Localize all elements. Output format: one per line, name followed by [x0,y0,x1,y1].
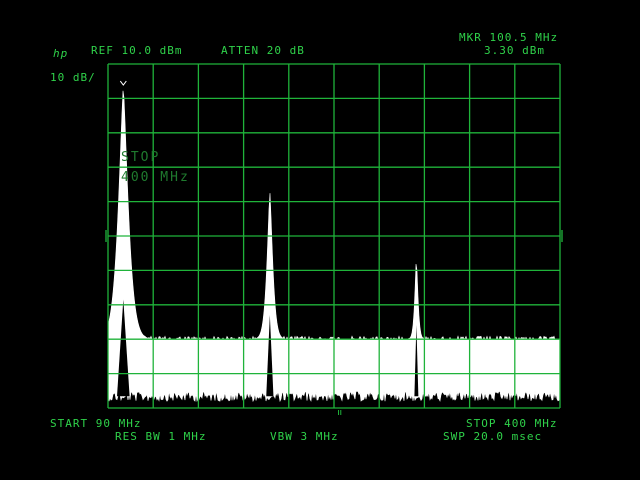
stop-entry-label: STOP [121,150,161,165]
marker-level: 3.30 dBm [484,44,545,57]
stop-frequency: STOP 400 MHz [466,417,558,430]
start-frequency: START 90 MHz [50,417,142,430]
marker-frequency: MKR 100.5 MHz [459,31,559,44]
hp-logo: hp [53,47,69,60]
video-bandwidth: VBW 3 MHz [270,430,339,443]
scale-per-division: 10 dB/ [50,71,96,84]
attenuation: ATTEN 20 dB [221,44,305,57]
marker-caret-icon [119,80,127,86]
stop-entry-value: 400 MHz [121,170,190,185]
spectrum-display [105,63,563,415]
resolution-bandwidth: RES BW 1 MHz [115,430,207,443]
sweep-time: SWP 20.0 msec [443,430,543,443]
sweep-position-indicator [338,410,342,415]
reference-level: REF 10.0 dBm [91,44,183,57]
